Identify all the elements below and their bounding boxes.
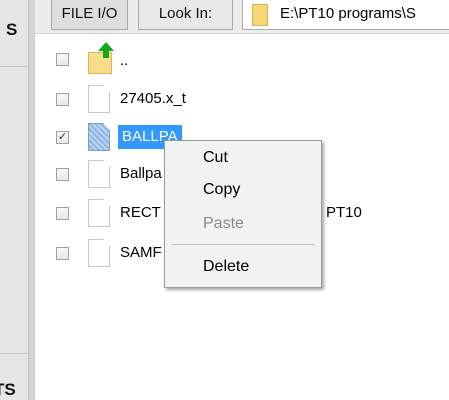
left-panel-edge — [28, 0, 35, 400]
row-checkbox[interactable] — [56, 93, 69, 106]
left-side-panel: S TS — [0, 0, 35, 400]
row-checkbox[interactable] — [56, 247, 69, 260]
context-menu: Cut Copy Paste Delete — [164, 140, 322, 288]
file-icon — [88, 160, 110, 188]
left-panel-bottom-label[interactable]: TS — [0, 380, 16, 400]
row-checkbox[interactable] — [56, 168, 69, 181]
menu-item-paste: Paste — [203, 215, 244, 232]
file-icon — [88, 239, 110, 267]
row-checkbox[interactable] — [56, 53, 69, 66]
look-in-path-text: E:\PT10 programs\S — [280, 5, 416, 22]
file-name: Ballpa — [120, 165, 162, 182]
list-item[interactable]: 27405.x_t — [35, 82, 449, 118]
menu-item-copy[interactable]: Copy — [165, 175, 321, 205]
file-name: RECT — [120, 204, 161, 221]
file-icon — [88, 85, 110, 113]
left-panel-divider — [0, 66, 28, 67]
menu-item-delete[interactable]: Delete — [165, 252, 321, 282]
left-panel-top-label[interactable]: S — [6, 20, 17, 40]
file-io-button[interactable]: FILE I/O — [51, 0, 128, 30]
menu-separator — [171, 244, 315, 245]
file-toolbar: FILE I/O Look In: E:\PT10 programs\S — [35, 0, 449, 34]
look-in-label: Look In: — [138, 0, 233, 30]
row-checkbox-checked[interactable]: ✓ — [56, 131, 69, 144]
file-name: .. — [120, 52, 129, 69]
file-icon — [88, 123, 110, 151]
file-name: SAMF — [120, 244, 162, 261]
row-checkbox[interactable] — [56, 207, 69, 220]
list-item[interactable]: .. — [35, 42, 449, 78]
file-name-suffix: PT10 — [326, 204, 362, 221]
file-name: 27405.x_t — [120, 90, 186, 107]
folder-icon — [252, 4, 268, 26]
look-in-path-field[interactable]: E:\PT10 programs\S — [242, 0, 449, 30]
file-icon — [88, 199, 110, 227]
up-arrow-stem — [103, 50, 109, 58]
left-panel-divider — [0, 353, 28, 354]
menu-item-cut[interactable]: Cut — [165, 143, 321, 173]
